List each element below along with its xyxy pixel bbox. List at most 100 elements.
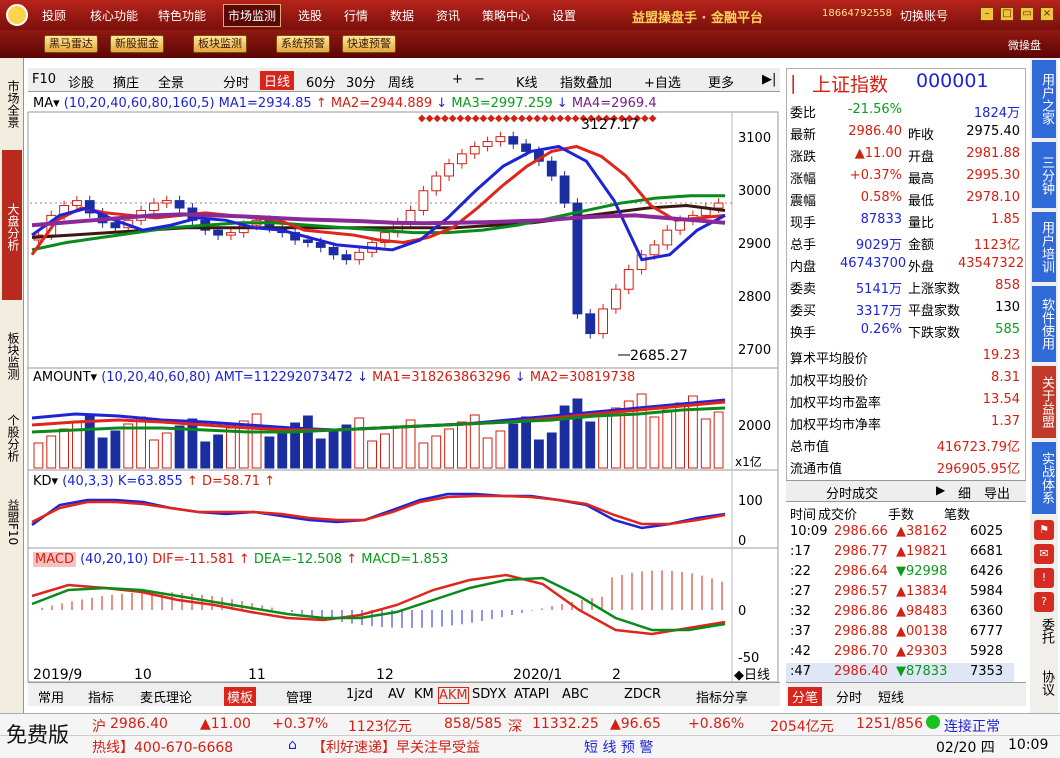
amount-bar	[46, 435, 57, 469]
indicator-tab[interactable]: AKM	[438, 687, 469, 704]
indicator-tab[interactable]: ATAPI	[514, 687, 549, 702]
right-tab-software-usage[interactable]: 软件使用	[1032, 286, 1056, 362]
tick-cell[interactable]: 2986.64	[834, 564, 888, 579]
indicator-tabs: 常用 指标 麦氏理论 模板 管理 1jzd AV KM AKM SDYX ATAPI ABC ZDCR 指…	[28, 682, 780, 706]
quote-label: 委卖	[790, 282, 817, 297]
indicator-tab[interactable]: AV	[388, 687, 405, 702]
amount-bar	[662, 409, 673, 469]
chat-icon[interactable]: ✉	[1034, 544, 1054, 564]
news-ticker[interactable]: 【利好速递】早关注早受益	[312, 737, 480, 757]
high-annotation: 3127.17	[581, 117, 639, 133]
candle-body	[161, 200, 172, 204]
short-alert[interactable]: 短 线 预 警	[584, 737, 653, 757]
candle-body	[598, 308, 609, 335]
amount-bars	[31, 393, 726, 469]
right-tab-user-home[interactable]: 用户之家	[1032, 60, 1056, 138]
amount-bar	[457, 421, 467, 469]
quote-value: 87833	[860, 212, 902, 227]
back-icon[interactable]: |	[790, 72, 796, 94]
tick-cell[interactable]: ▲13834	[896, 584, 947, 599]
ticks-title[interactable]: 分时成交	[826, 483, 878, 502]
tick-cell[interactable]: ▼87833	[896, 664, 947, 679]
indicator-tab[interactable]: ABC	[562, 687, 589, 702]
tick-cell[interactable]: :27	[790, 584, 811, 599]
hotline[interactable]: 热线】400-670-6668	[92, 737, 233, 757]
candles[interactable]	[33, 131, 724, 339]
indicator-tab[interactable]: 管理	[286, 687, 312, 706]
amount-bar	[495, 430, 506, 469]
help-icon[interactable]: ?	[1034, 592, 1054, 612]
macd-tick-minus50: -50	[738, 651, 759, 666]
tick-cell[interactable]: 2986.88	[834, 624, 888, 639]
tick-cell[interactable]: 2986.70	[834, 644, 888, 659]
amount-bar	[277, 429, 288, 469]
tick-cell[interactable]: ▲98483	[896, 604, 947, 619]
indicator-tab[interactable]: 麦氏理论	[140, 687, 192, 706]
candle-body	[649, 244, 660, 256]
tick-cell[interactable]: ▼92998	[896, 564, 947, 579]
ticks-export-button[interactable]: 导出	[984, 483, 1010, 502]
connection-status-icon	[926, 715, 940, 729]
quote-label: 内盘	[790, 260, 817, 275]
flag-icon[interactable]: ⚑	[1034, 520, 1054, 540]
quote-label: 总手	[790, 238, 817, 253]
tick-cell[interactable]: 6681	[970, 544, 1003, 559]
quote-value: 1123亿	[973, 238, 1020, 253]
tick-cell[interactable]: 5928	[970, 644, 1003, 659]
tick-cell[interactable]: 2986.40	[834, 664, 888, 679]
ticks-detail-button[interactable]: 细	[958, 483, 971, 502]
stat-label: 总市值	[790, 440, 830, 455]
tick-cell[interactable]: 2986.77	[834, 544, 888, 559]
right-tab-practice-system[interactable]: 实战体系	[1032, 442, 1056, 514]
tick-cell[interactable]: 6426	[970, 564, 1003, 579]
tick-cell[interactable]: ▲29303	[896, 644, 947, 659]
right-tab-three-minutes[interactable]: 三分钟	[1032, 142, 1056, 208]
indicator-tab[interactable]: ZDCR	[624, 687, 661, 702]
tick-cell[interactable]: :37	[790, 624, 811, 639]
sz-change: ▲96.65	[610, 716, 661, 732]
indicator-tab[interactable]: 指标分享	[696, 687, 748, 706]
amount-bar	[315, 438, 326, 469]
tick-cell[interactable]: 2986.57	[834, 584, 888, 599]
tick-cell[interactable]: 6025	[970, 524, 1003, 539]
right-tab-user-training[interactable]: 用户培训	[1032, 212, 1056, 282]
kd-line	[31, 494, 726, 526]
indicator-tab[interactable]: KM	[414, 687, 434, 702]
amount-bar	[33, 442, 44, 469]
indicator-tab[interactable]: SDYX	[472, 687, 506, 702]
tab-shortline[interactable]: 短线	[878, 687, 904, 706]
right-tab-agreement[interactable]: 协议	[1032, 670, 1056, 696]
tick-cell[interactable]: :32	[790, 604, 811, 619]
tick-cell[interactable]: ▲38162	[896, 524, 947, 539]
macd-line	[31, 573, 726, 636]
tab-ticks[interactable]: 分笔	[788, 687, 823, 706]
tick-cell[interactable]: 7353	[970, 664, 1003, 679]
tick-cell[interactable]: :47	[790, 664, 811, 679]
indicator-tab[interactable]: 模板	[224, 687, 257, 706]
ticks-arrow-icon[interactable]: ▶	[936, 483, 945, 497]
indicator-tab[interactable]: 指标	[88, 687, 114, 706]
tick-cell[interactable]: 6777	[970, 624, 1003, 639]
tick-cell[interactable]: :17	[790, 544, 811, 559]
candle-body	[110, 222, 121, 229]
right-tab-entrust[interactable]: 委托	[1032, 618, 1056, 644]
tick-cell[interactable]: 2986.66	[834, 524, 888, 539]
indicator-tab[interactable]: 1jzd	[346, 687, 373, 702]
home-icon[interactable]: ⌂	[288, 737, 297, 753]
amount-bar	[598, 414, 609, 469]
amount-bar	[251, 413, 262, 469]
tick-cell[interactable]: 6360	[970, 604, 1003, 619]
tick-cell[interactable]: :22	[790, 564, 811, 579]
amount-bar	[367, 440, 377, 469]
alert-icon[interactable]: !	[1034, 568, 1054, 588]
tick-cell[interactable]: ▲00138	[896, 624, 947, 639]
tick-cell[interactable]: 10:09	[790, 524, 827, 539]
indicator-tab[interactable]: 常用	[38, 687, 64, 706]
tick-cell[interactable]: 5984	[970, 584, 1003, 599]
right-tab-about-emoney[interactable]: 关于益盟	[1032, 366, 1056, 438]
tab-timeshare[interactable]: 分时	[836, 687, 862, 706]
tick-cell[interactable]: 2986.86	[834, 604, 888, 619]
tick-cell[interactable]: :42	[790, 644, 811, 659]
tick-cell[interactable]: ▲19821	[896, 544, 947, 559]
amount-bar	[328, 431, 339, 469]
